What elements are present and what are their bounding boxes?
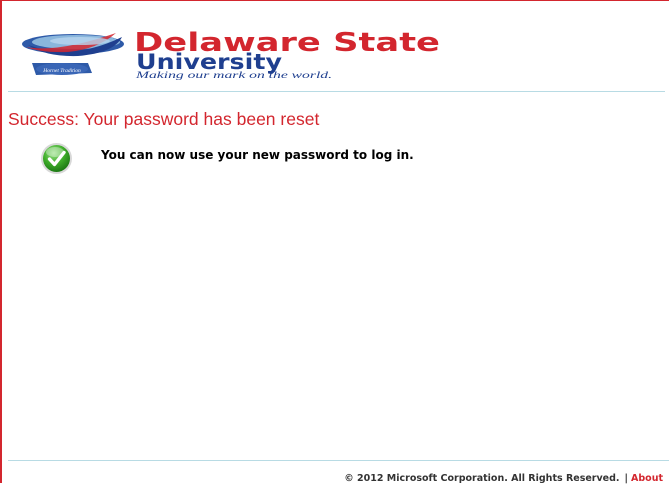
globe-emblem-icon [22,33,124,57]
seal-text: Hornet Tradition [42,68,81,74]
logo-tagline: Making our mark on the world. [134,70,332,80]
status-heading: Success: Your password has been reset [8,109,320,129]
header-banner: Hornet Tradition Delaware State Universi… [18,23,542,81]
university-logo: Hornet Tradition Delaware State Universi… [22,28,440,80]
about-link[interactable]: About [631,473,663,484]
seal-badge-icon: Hornet Tradition [32,63,92,75]
header-divider [8,91,665,92]
footer: © 2012 Microsoft Corporation. All Rights… [344,473,663,484]
page-frame: Hornet Tradition Delaware State Universi… [0,0,669,484]
footer-separator: | [624,473,629,484]
footer-divider [8,460,669,461]
success-check-icon [41,143,72,174]
status-message: You can now use your new password to log… [101,148,414,162]
copyright-text: © 2012 Microsoft Corporation. All Rights… [344,473,620,484]
